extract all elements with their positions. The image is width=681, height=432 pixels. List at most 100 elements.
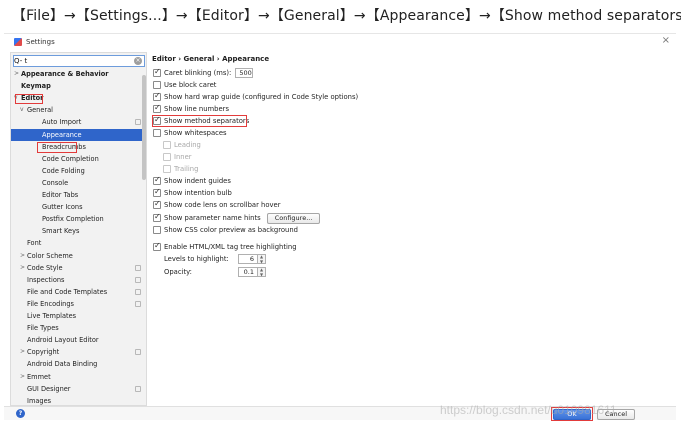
indent-guides-option[interactable]: Show indent guides [153, 175, 231, 187]
opacity-option: Opacity: 0.1 ▲ ▼ [164, 266, 266, 278]
tree-item-label: Live Templates [27, 312, 77, 320]
param-hints-checkbox[interactable] [153, 212, 161, 222]
tree-item[interactable]: Gutter Icons [11, 201, 146, 213]
tree-item[interactable]: File Types [11, 322, 146, 334]
tree-item[interactable]: File Encodings [11, 298, 146, 310]
indent-guides-checkbox[interactable] [153, 175, 161, 185]
window-title: Settings [26, 37, 55, 46]
breadcrumb: Editor › General › Appearance [152, 55, 270, 63]
param-hints-option[interactable]: Show parameter name hints Configure... [153, 212, 321, 224]
tree-item[interactable]: v Editor [11, 92, 146, 104]
tree-item-label: Android Data Binding [27, 360, 98, 369]
tree-item-label: Font [27, 239, 42, 248]
tree-item[interactable]: Editor Tabs [11, 189, 146, 201]
close-icon[interactable]: × [662, 35, 670, 47]
tree-item[interactable]: Postfix Completion [11, 213, 146, 225]
clear-search-icon[interactable]: × [134, 57, 142, 65]
levels-input[interactable]: 6 [238, 254, 258, 264]
method-separators-option[interactable]: Show method separators [153, 115, 249, 127]
chevron-down-icon[interactable]: v [14, 92, 18, 104]
tree-item-label: Copyright [27, 348, 60, 357]
line-numbers-option[interactable]: Show line numbers [153, 103, 229, 115]
chevron-right-icon[interactable]: > [20, 371, 25, 383]
caption-text: 【File】→【Settings...】→【Editor】→【General】→… [12, 8, 681, 24]
tree-item[interactable]: > Copyright [11, 346, 146, 358]
opacity-stepper[interactable]: ▲ ▼ [258, 267, 266, 277]
tag-highlight-checkbox[interactable] [153, 241, 161, 251]
help-icon[interactable]: ? [16, 409, 25, 418]
tree-item[interactable]: > Emmet [11, 371, 146, 383]
project-settings-icon [135, 264, 141, 271]
search-input[interactable]: Q- t × [13, 55, 145, 67]
leading-option: Leading [163, 139, 201, 151]
tree-scrollbar[interactable] [142, 75, 146, 180]
opacity-label: Opacity: [164, 268, 192, 276]
chevron-down-icon[interactable]: v [20, 104, 24, 116]
project-settings-icon [135, 276, 141, 283]
configure-button[interactable]: Configure... [266, 212, 321, 224]
tree-item[interactable]: > Code Style [11, 262, 146, 274]
tree-item[interactable]: Android Data Binding [11, 358, 146, 370]
tree-item[interactable]: v General [11, 104, 146, 116]
tree-item[interactable]: Keymap [11, 80, 146, 92]
tree-item[interactable]: Breadcrumbs [11, 141, 146, 153]
tree-item[interactable]: GUI Designer [11, 383, 146, 395]
trailing-label: Trailing [174, 165, 199, 173]
opacity-input[interactable]: 0.1 [238, 267, 258, 277]
search-value: Q- t [14, 57, 28, 65]
block-caret-option[interactable]: Use block caret [153, 79, 216, 91]
levels-stepper[interactable]: ▲ ▼ [258, 254, 266, 264]
tree-item[interactable]: Font [11, 237, 146, 249]
inner-option: Inner [163, 151, 192, 163]
tree-item[interactable]: Code Completion [11, 153, 146, 165]
chevron-right-icon[interactable]: > [20, 262, 25, 274]
tree-item[interactable]: > Appearance & Behavior [11, 68, 146, 80]
caret-blinking-label: Caret blinking (ms): [164, 69, 232, 77]
leading-label: Leading [174, 141, 201, 149]
block-caret-label: Use block caret [164, 81, 217, 89]
tree-item[interactable]: Images [11, 395, 146, 405]
tree-item[interactable]: Appearance [11, 128, 146, 141]
tree-item-label: Appearance [42, 130, 82, 139]
chevron-right-icon[interactable]: > [20, 346, 25, 358]
tree-item[interactable]: File and Code Templates [11, 286, 146, 298]
intention-bulb-option[interactable]: Show intention bulb [153, 187, 232, 199]
leading-checkbox [163, 141, 171, 149]
levels-option: Levels to highlight: 6 ▲ ▼ [164, 253, 266, 265]
tree-item[interactable]: Code Folding [11, 165, 146, 177]
whitespaces-checkbox[interactable] [153, 129, 161, 137]
caret-blinking-checkbox[interactable] [153, 67, 161, 77]
caret-blinking-input[interactable]: 500 [235, 68, 254, 78]
tree-item[interactable]: Inspections [11, 274, 146, 286]
css-preview-checkbox[interactable] [153, 226, 161, 234]
chevron-right-icon[interactable]: > [20, 250, 25, 262]
block-caret-checkbox[interactable] [153, 81, 161, 89]
tree-item[interactable]: Smart Keys [11, 225, 146, 237]
caret-blinking-option[interactable]: Caret blinking (ms): 500 [153, 67, 254, 79]
whitespaces-option[interactable]: Show whitespaces [153, 127, 227, 139]
code-lens-checkbox[interactable] [153, 199, 161, 209]
tree-item-label: General [27, 106, 53, 115]
tag-highlight-option[interactable]: Enable HTML/XML tag tree highlighting [153, 241, 297, 253]
tree-item-label: Smart Keys [42, 227, 80, 236]
tree-item[interactable]: > Color Scheme [11, 250, 146, 262]
intention-bulb-label: Show intention bulb [164, 189, 232, 197]
hard-wrap-checkbox[interactable] [153, 91, 161, 101]
app-icon [14, 37, 22, 46]
hard-wrap-option[interactable]: Show hard wrap guide (configured in Code… [153, 91, 358, 103]
code-lens-option[interactable]: Show code lens on scrollbar hover [153, 199, 281, 211]
method-separators-label: Show method separators [164, 117, 250, 125]
tree-item[interactable]: Live Templates [11, 310, 146, 322]
project-settings-icon [135, 288, 141, 295]
tree-item[interactable]: Console [11, 177, 146, 189]
line-numbers-checkbox[interactable] [153, 103, 161, 113]
tree-item[interactable]: Android Layout Editor [11, 334, 146, 346]
tree-item-label: Editor Tabs [42, 191, 79, 199]
intention-bulb-checkbox[interactable] [153, 187, 161, 197]
tree-item[interactable]: Auto Import [11, 116, 146, 128]
tree-item-label: Auto Import [42, 118, 82, 127]
trailing-option: Trailing [163, 163, 198, 175]
method-separators-checkbox[interactable] [153, 115, 161, 125]
css-preview-option[interactable]: Show CSS color preview as background [153, 224, 298, 236]
chevron-right-icon[interactable]: > [14, 68, 19, 80]
